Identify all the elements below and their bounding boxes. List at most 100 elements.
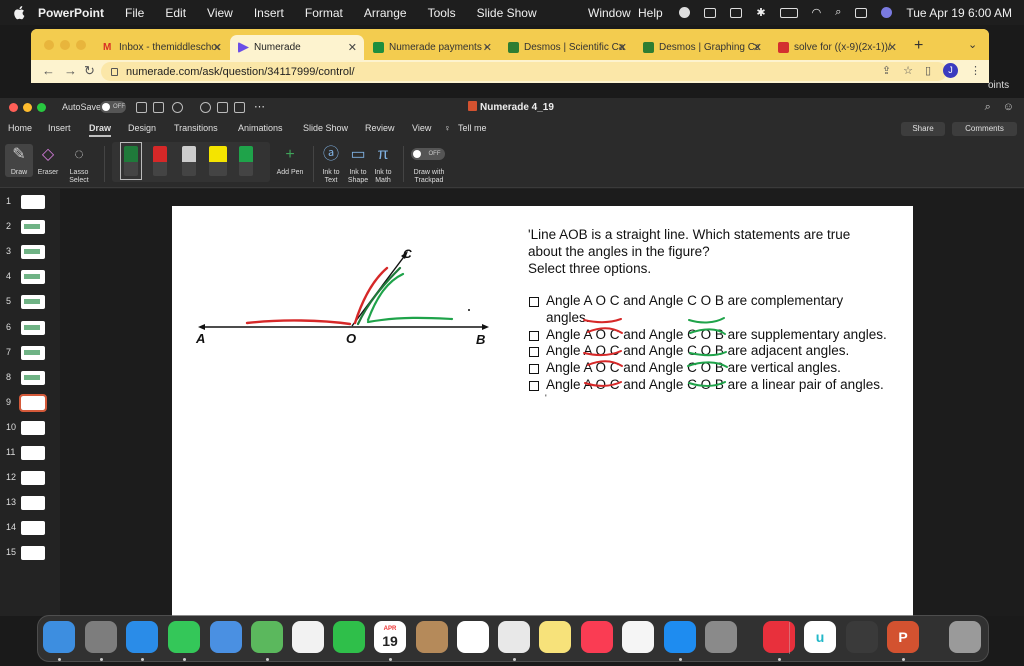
menu-help[interactable]: Help [638, 6, 663, 20]
pen-green-dark[interactable] [120, 142, 142, 180]
safari-icon[interactable] [126, 621, 158, 653]
menu-tools[interactable]: Tools [428, 6, 456, 20]
reminders-icon[interactable] [457, 621, 489, 653]
browser-tab-gmail[interactable]: M Inbox - themiddleschoo ✕ [95, 35, 229, 60]
ink-to-text-button[interactable]: ⓐ Ink to Text [317, 144, 345, 185]
draw-table-icon[interactable] [217, 102, 228, 113]
browser-tab-numerade-payments[interactable]: Numerade payments - C ✕ [365, 35, 499, 60]
window-minimize-button[interactable] [60, 40, 70, 50]
extension-status-icon[interactable] [704, 7, 717, 18]
answer-option[interactable]: Angle A O C and Angle C O B are compleme… [528, 293, 887, 310]
slide-thumbnail[interactable]: 6 [0, 319, 60, 337]
slide-thumbnail[interactable]: 4 [0, 268, 60, 286]
ppt-minimize-button[interactable] [23, 103, 32, 112]
menubar-clock[interactable]: Tue Apr 19 6:00 AM [906, 6, 1012, 20]
account-icon[interactable]: ☺ [1003, 101, 1014, 114]
checkbox[interactable] [529, 380, 539, 391]
tab-close-icon[interactable]: ✕ [618, 41, 627, 54]
menu-file[interactable]: File [125, 6, 144, 20]
lasso-select-button[interactable]: ◌ Lasso Select [64, 144, 94, 185]
slide-thumbnail[interactable]: 11 [0, 444, 60, 462]
calendar-icon[interactable]: APR 19 [374, 621, 406, 653]
slide-thumbnail[interactable]: 10 [0, 419, 60, 437]
pen-gray[interactable] [182, 146, 196, 176]
slide-thumbnail[interactable]: 8 [0, 369, 60, 387]
display-status-icon[interactable] [730, 7, 743, 18]
more-icon[interactable]: ⋯ [254, 100, 265, 113]
menubar-app-name[interactable]: PowerPoint [38, 6, 104, 20]
search-icon[interactable]: ⌕ [985, 101, 991, 114]
window-zoom-button[interactable] [76, 40, 86, 50]
answer-option[interactable]: Angle A O C and Angle C O B are vertical… [528, 360, 887, 377]
slide-thumbnail[interactable]: 15 [0, 544, 60, 562]
maps-icon[interactable] [251, 621, 283, 653]
menu-view[interactable]: View [207, 6, 233, 20]
tab-design[interactable]: Design [128, 123, 156, 133]
answer-option[interactable]: Angle A O C and Angle C O B are a linear… [528, 377, 887, 394]
slide-thumbnail[interactable]: 7 [0, 344, 60, 362]
answer-option[interactable]: Angle A O C and Angle C O B are suppleme… [528, 327, 887, 344]
redo-icon[interactable] [200, 102, 211, 113]
music-icon[interactable] [581, 621, 613, 653]
new-tab-button[interactable]: + [914, 37, 923, 55]
menu-arrange[interactable]: Arrange [364, 6, 407, 20]
apple-menu-icon[interactable] [12, 5, 26, 20]
facetime-icon[interactable] [333, 621, 365, 653]
profile-avatar[interactable]: J [943, 63, 958, 78]
home-icon[interactable] [136, 102, 147, 113]
tab-draw[interactable]: Draw [89, 123, 112, 137]
draw-tool-button[interactable]: ✎ Draw [5, 144, 33, 177]
window-close-button[interactable] [44, 40, 54, 50]
menu-format[interactable]: Format [305, 6, 343, 20]
launchpad-icon[interactable] [85, 621, 117, 653]
spotlight-search-icon[interactable]: ⌕ [835, 6, 841, 19]
tab-close-icon[interactable]: ✕ [483, 41, 492, 54]
ink-to-math-button[interactable]: π Ink to Math [369, 144, 397, 185]
slide-thumbnail[interactable]: 1 [0, 193, 60, 211]
slide-thumbnail[interactable]: 13 [0, 494, 60, 512]
slide-thumbnail[interactable]: 3 [0, 243, 60, 261]
tab-close-icon[interactable]: ✕ [348, 41, 357, 54]
autosave-toggle[interactable]: OFF [100, 101, 126, 113]
wifi-icon[interactable]: ◠ [812, 6, 822, 19]
messages-icon[interactable] [168, 621, 200, 653]
tab-review[interactable]: Review [365, 123, 395, 133]
slide-thumbnail[interactable]: 5 [0, 293, 60, 311]
checkbox[interactable] [529, 297, 539, 307]
tab-home[interactable]: Home [8, 123, 32, 133]
checkbox[interactable] [529, 364, 539, 375]
side-panel-icon[interactable]: ▯ [925, 64, 931, 77]
add-pen-button[interactable]: + Add Pen [273, 144, 307, 177]
slide-thumbnail[interactable]: 14 [0, 519, 60, 537]
eraser-button[interactable]: ◇ Eraser [34, 144, 62, 177]
back-arrow-icon[interactable]: ← [42, 63, 55, 78]
contacts-icon[interactable] [416, 621, 448, 653]
draw-with-trackpad-button[interactable]: OFF Draw with Trackpad [409, 144, 449, 185]
photos-icon[interactable] [292, 621, 324, 653]
tab-insert[interactable]: Insert [48, 123, 71, 133]
record-status-icon[interactable] [679, 7, 691, 18]
slide-thumbnail[interactable]: 12 [0, 469, 60, 487]
comments-button[interactable]: Comments [952, 122, 1017, 136]
pen-red[interactable] [153, 146, 167, 176]
share-icon[interactable]: ⇪ [882, 64, 891, 77]
tab-transitions[interactable]: Transitions [174, 123, 218, 133]
app-store-icon[interactable] [664, 621, 696, 653]
tell-me-search[interactable]: Tell me [458, 123, 487, 133]
checkbox[interactable] [529, 347, 539, 358]
highlighter-yellow[interactable] [209, 146, 227, 176]
control-center-icon[interactable] [855, 7, 868, 18]
slide-thumbnail[interactable]: 9 [0, 393, 60, 412]
tab-view[interactable]: View [412, 123, 431, 133]
lock-icon[interactable] [111, 67, 118, 76]
tab-close-icon[interactable]: ✕ [888, 41, 897, 54]
slide-thumbnail[interactable]: 2 [0, 218, 60, 236]
numerade-icon[interactable]: u [804, 621, 836, 653]
powerpoint-icon[interactable]: P [887, 621, 919, 653]
chrome-icon[interactable] [498, 621, 530, 653]
bluetooth-icon[interactable]: ✱ [756, 6, 765, 19]
save-icon[interactable] [153, 102, 164, 113]
preview-icon[interactable] [846, 621, 878, 653]
ink-to-shape-button[interactable]: ▭ Ink to Shape [344, 144, 372, 185]
ppt-zoom-button[interactable] [37, 103, 46, 112]
